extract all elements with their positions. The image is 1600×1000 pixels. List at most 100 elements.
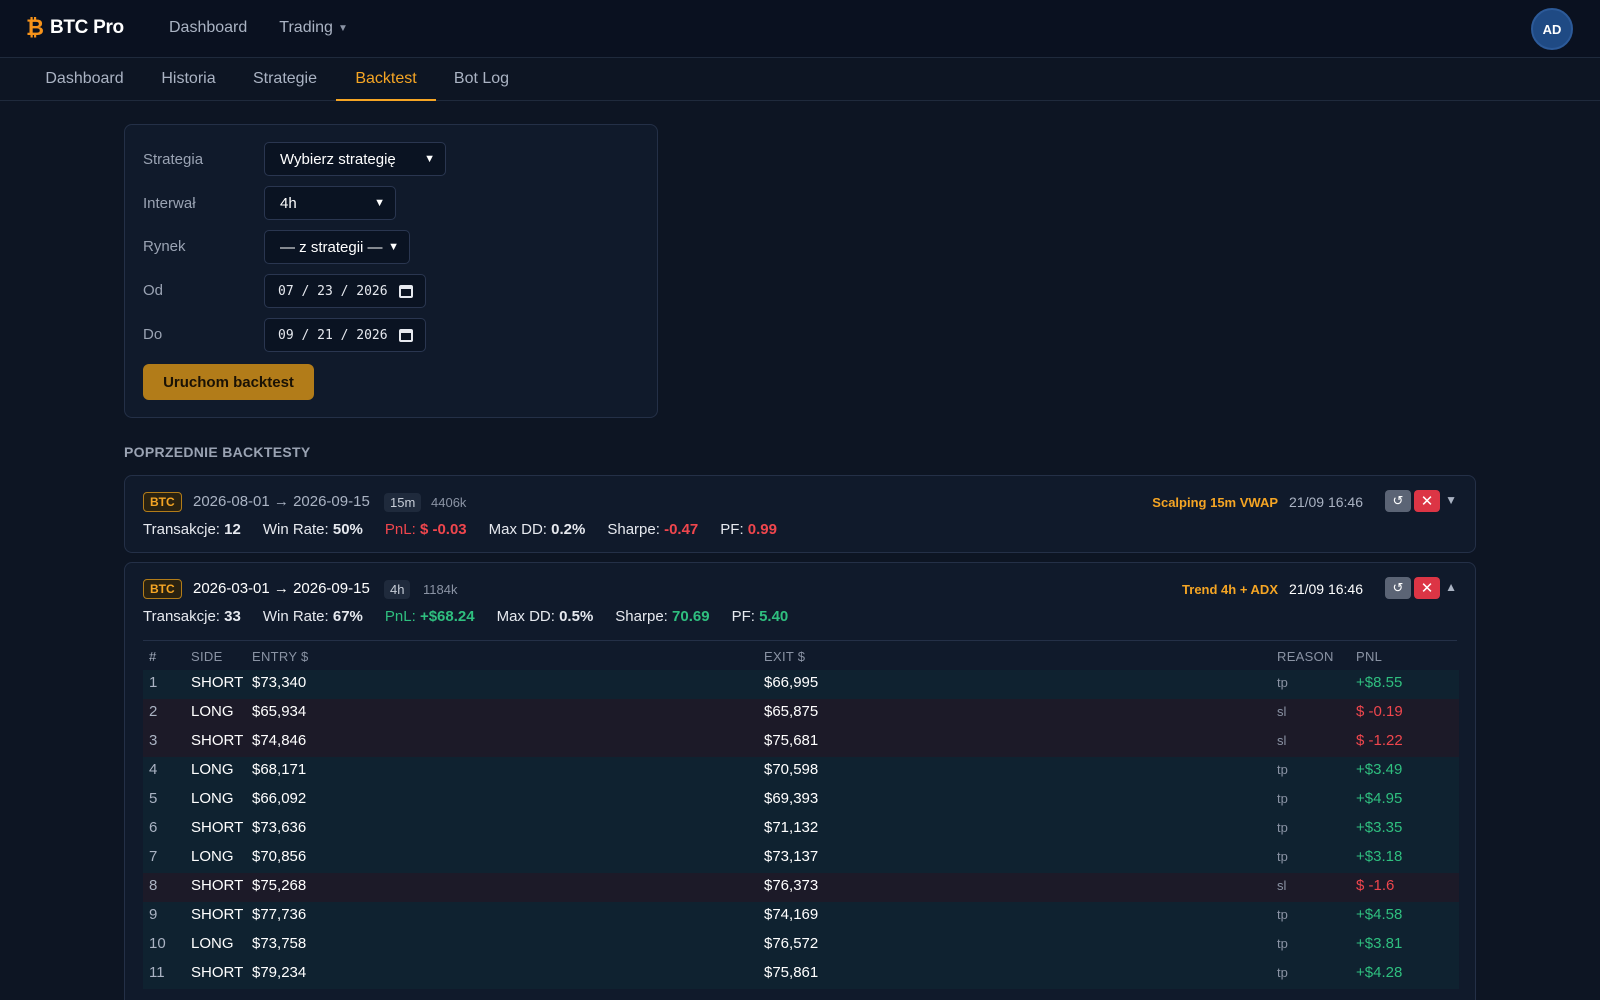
to-date-label: Do	[143, 326, 163, 343]
trade-reason: tp	[1277, 762, 1288, 777]
market-badge: BTC	[143, 579, 182, 599]
stat-trades: Transakcje: 12	[143, 521, 241, 538]
trade-side: LONG	[191, 935, 234, 952]
stat-maxdd: Max DD: 0.5%	[496, 608, 594, 625]
trade-side: LONG	[191, 848, 234, 865]
trade-exit-price: $70,598	[764, 761, 819, 778]
rerun-icon[interactable]: ↺	[1385, 577, 1411, 599]
trade-entry-price: $73,636	[252, 819, 307, 836]
column-header-side: SIDE	[191, 649, 223, 664]
trade-number: 1	[149, 674, 158, 691]
stat-pf: PF: 0.99	[720, 521, 777, 538]
trade-exit-price: $73,137	[764, 848, 819, 865]
trade-reason: tp	[1277, 820, 1288, 835]
trade-reason: tp	[1277, 675, 1288, 690]
tab-dashboard[interactable]: Dashboard	[27, 58, 142, 101]
column-header-pnl: PNL	[1356, 649, 1383, 664]
chevron-down-icon: ▼	[424, 153, 435, 165]
top-bar: ₿ BTC Pro Dashboard Trading ▼ AD	[0, 0, 1600, 58]
trade-side: SHORT	[191, 906, 244, 923]
backtest-card-header[interactable]: BTC 2026-08-01 → 2026-09-15 15m 4406k Sc…	[143, 490, 1457, 512]
brand-logo[interactable]: ₿ BTC Pro	[26, 17, 124, 39]
delete-icon[interactable]: ✕	[1414, 490, 1440, 512]
top-nav-dashboard[interactable]: Dashboard	[169, 19, 247, 37]
caret-down-icon: ▼	[337, 22, 348, 34]
trade-number: 8	[149, 877, 158, 894]
trade-side: SHORT	[191, 819, 244, 836]
strategy-select-value: Wybierz strategię	[280, 150, 396, 168]
trade-reason: sl	[1277, 704, 1287, 719]
table-row: 11 SHORT $79,234 $75,861 tp +$4.28	[143, 960, 1459, 989]
date-range: 2026-03-01 → 2026-09-15	[193, 580, 370, 597]
calendar-icon[interactable]	[399, 328, 413, 342]
trade-entry-price: $77,736	[252, 906, 307, 923]
calendar-icon[interactable]	[399, 284, 413, 298]
expand-toggle-icon[interactable]: ▼	[1445, 493, 1457, 507]
tab-backtest[interactable]: Backtest	[336, 58, 436, 101]
market-badge: BTC	[143, 492, 182, 512]
stat-trades: Transakcje: 33	[143, 608, 241, 625]
tab-bot-log[interactable]: Bot Log	[443, 58, 520, 101]
table-row: 5 LONG $66,092 $69,393 tp +$4.95	[143, 786, 1459, 815]
tab-historia[interactable]: Historia	[146, 58, 231, 101]
column-header-number: #	[149, 649, 157, 664]
stat-maxdd: Max DD: 0.2%	[488, 521, 586, 538]
backtest-stats: Transakcje: 12 Win Rate: 50% PnL: $ -0.0…	[143, 521, 799, 538]
trade-entry-price: $74,846	[252, 732, 307, 749]
table-row: 3 SHORT $74,846 $75,681 sl $ -1.22	[143, 728, 1459, 757]
trade-number: 7	[149, 848, 158, 865]
chevron-down-icon: ▼	[374, 197, 385, 209]
previous-backtests-title: POPRZEDNIE BACKTESTY	[124, 444, 311, 460]
trade-exit-price: $76,572	[764, 935, 819, 952]
trade-reason: tp	[1277, 936, 1288, 951]
from-date-label: Od	[143, 282, 164, 299]
column-header-reason: REASON	[1277, 649, 1334, 664]
trade-reason: sl	[1277, 733, 1287, 748]
trade-exit-price: $75,681	[764, 732, 819, 749]
trade-number: 2	[149, 703, 158, 720]
top-nav-trading-dropdown[interactable]: Trading ▼	[279, 19, 348, 37]
user-avatar[interactable]: AD	[1531, 8, 1573, 50]
strategy-select[interactable]: Wybierz strategię ▼	[264, 142, 446, 176]
trade-pnl: +$3.49	[1356, 761, 1403, 778]
trade-entry-price: $70,856	[252, 848, 307, 865]
table-row: 6 SHORT $73,636 $71,132 tp +$3.35	[143, 815, 1459, 844]
backtest-card-header[interactable]: BTC 2026-03-01 → 2026-09-15 4h 1184k Tre…	[143, 577, 1457, 599]
trade-pnl: $ -1.6	[1356, 877, 1395, 894]
trade-pnl: +$4.28	[1356, 964, 1403, 981]
stat-pnl: PnL: +$68.24	[384, 608, 475, 625]
to-date-value: 09 / 21 / 2026	[278, 327, 388, 343]
interval-badge: 15m	[384, 493, 422, 512]
trade-number: 5	[149, 790, 158, 807]
trade-pnl: $ -1.22	[1356, 732, 1403, 749]
stat-sharpe: Sharpe: -0.47	[607, 521, 699, 538]
trade-number: 6	[149, 819, 158, 836]
trade-reason: tp	[1277, 791, 1288, 806]
from-date-input[interactable]: 07 / 23 / 2026	[264, 274, 426, 308]
bitcoin-icon: ₿	[26, 15, 44, 40]
market-select-value: — z strategii —	[280, 238, 383, 256]
table-row: 2 LONG $65,934 $65,875 sl $ -0.19	[143, 699, 1459, 728]
trade-pnl: +$4.95	[1356, 790, 1403, 807]
brand-name: BTC Pro	[49, 17, 124, 38]
tab-strategie[interactable]: Strategie	[240, 58, 330, 101]
interval-select[interactable]: 4h ▼	[264, 186, 396, 220]
run-backtest-button[interactable]: Uruchom backtest	[143, 364, 314, 400]
trade-exit-price: $65,875	[764, 703, 819, 720]
trade-side: SHORT	[191, 877, 244, 894]
stat-pnl: PnL: $ -0.03	[384, 521, 467, 538]
strategy-label: Strategia	[143, 151, 204, 168]
trade-entry-price: $75,268	[252, 877, 307, 894]
divider	[143, 640, 1457, 641]
trade-side: SHORT	[191, 964, 244, 981]
to-date-input[interactable]: 09 / 21 / 2026	[264, 318, 426, 352]
trade-number: 10	[149, 935, 166, 952]
rerun-icon[interactable]: ↺	[1385, 490, 1411, 512]
market-select[interactable]: — z strategii — ▼	[264, 230, 410, 264]
trade-number: 9	[149, 906, 158, 923]
table-row: 7 LONG $70,856 $73,137 tp +$3.18	[143, 844, 1459, 873]
trade-side: LONG	[191, 761, 234, 778]
collapse-toggle-icon[interactable]: ▲	[1445, 580, 1457, 594]
stat-winrate: Win Rate: 50%	[262, 521, 363, 538]
delete-icon[interactable]: ✕	[1414, 577, 1440, 599]
